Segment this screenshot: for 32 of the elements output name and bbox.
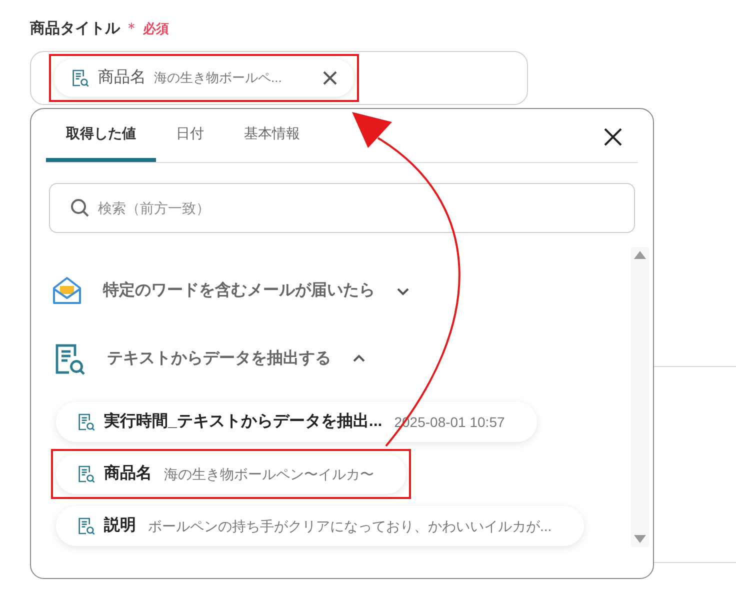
search-input[interactable]: 検索（前方一致）: [98, 198, 614, 218]
required-text: 必須: [143, 20, 169, 38]
input-field[interactable]: 商品名 海の生き物ボールペ...: [30, 50, 528, 104]
field-label: 商品タイトル: [30, 19, 120, 39]
close-icon[interactable]: [603, 127, 623, 147]
required-mark: ＊: [124, 19, 139, 39]
group-title[interactable]: 特定のワードを含むメールが届いたら: [103, 279, 375, 303]
chip-value: 海の生き物ボールペ...: [154, 68, 282, 87]
search-field[interactable]: 検索（前方一致）: [49, 183, 635, 233]
scrollbar[interactable]: [631, 247, 649, 547]
document-search-icon: [76, 464, 96, 484]
tab[interactable]: 日付: [156, 108, 224, 162]
search-icon: [70, 198, 90, 218]
item-name: 説明: [104, 515, 136, 536]
document-search-icon: [76, 516, 96, 536]
scroll-down-icon[interactable]: [634, 535, 646, 543]
value-item[interactable]: 説明 ボールペンの持ち手がクリアになっており、かわいいイルカが...: [56, 506, 584, 546]
envelope-icon: [51, 275, 83, 307]
document-search-icon: [70, 68, 90, 88]
item-name: 実行時間_テキストからデータを抽出...: [104, 411, 382, 432]
scroll-up-icon[interactable]: [634, 251, 646, 259]
close-icon[interactable]: [322, 70, 338, 86]
document-search-icon: [76, 412, 96, 432]
item-name: 商品名: [104, 463, 152, 484]
group-title[interactable]: テキストからデータを抽出する: [107, 347, 331, 371]
item-value: 海の生き物ボールペン〜イルカ〜: [164, 464, 374, 484]
value-item[interactable]: 商品名 海の生き物ボールペン〜イルカ〜: [56, 454, 406, 494]
item-value: ボールペンの持ち手がクリアになっており、かわいいイルカが...: [148, 516, 552, 536]
chip-name: 商品名: [98, 68, 146, 88]
tab[interactable]: 取得した値: [46, 108, 156, 162]
tab[interactable]: 基本情報: [224, 108, 320, 162]
value-chip[interactable]: 商品名 海の生き物ボールペ...: [54, 58, 354, 96]
